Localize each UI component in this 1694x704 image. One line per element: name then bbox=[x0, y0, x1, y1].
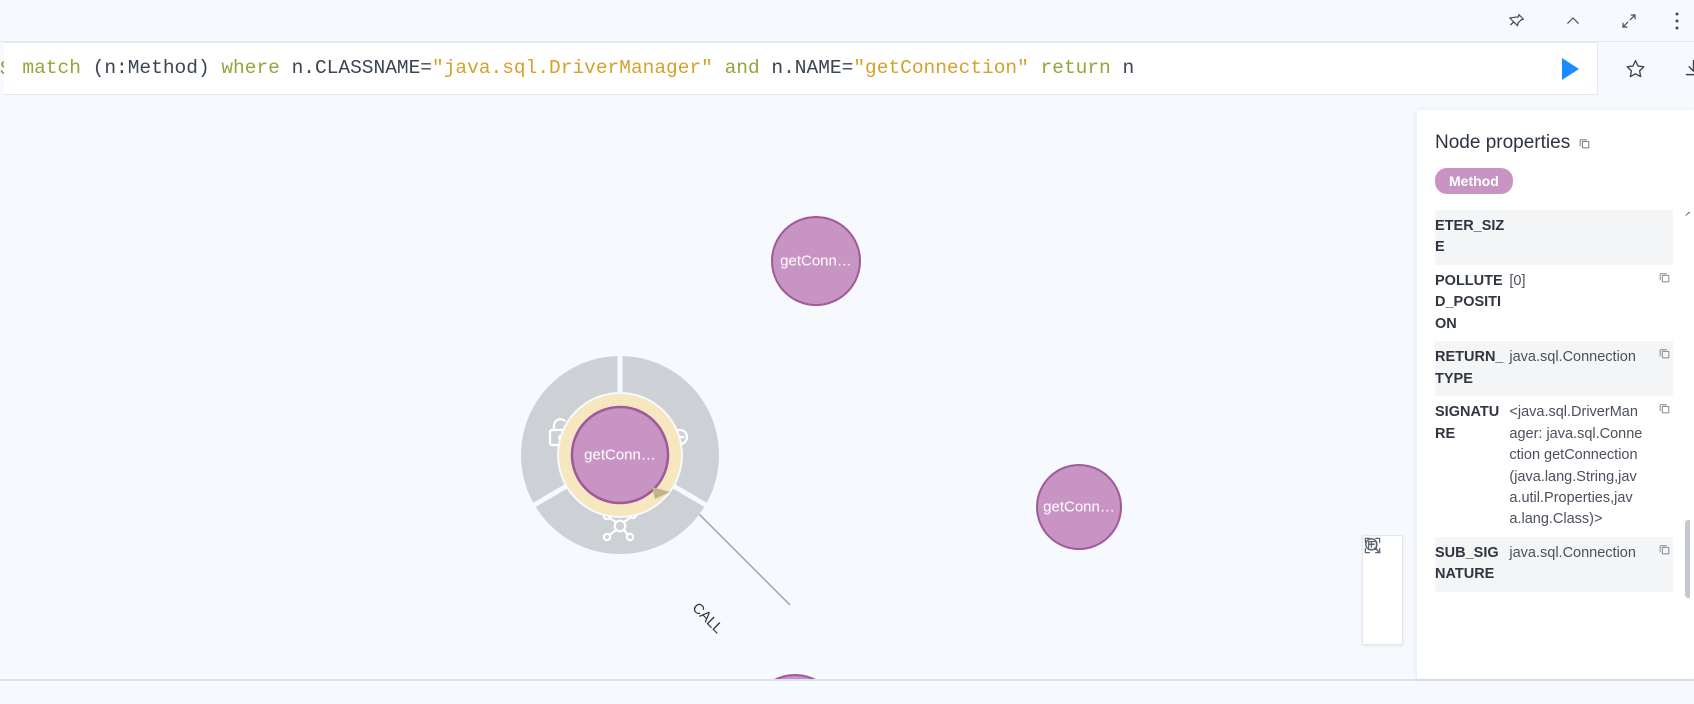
copy-icon[interactable] bbox=[1645, 341, 1673, 396]
query-actions bbox=[1624, 58, 1694, 80]
download-icon[interactable] bbox=[1682, 58, 1694, 80]
copy-icon-hidden bbox=[1645, 210, 1673, 265]
graph-node-n3[interactable] bbox=[1037, 465, 1121, 549]
property-value: java.sql.Connection bbox=[1509, 341, 1645, 396]
app-root: $ match (n:Method) where n.CLASSNAME="ja… bbox=[0, 0, 1694, 704]
query-input[interactable]: match (n:Method) where n.CLASSNAME="java… bbox=[22, 59, 1553, 79]
star-icon[interactable] bbox=[1624, 58, 1646, 80]
window-toolbar-actions bbox=[1506, 10, 1694, 32]
query-token: "getConnection" bbox=[853, 59, 1029, 79]
scroll-down-icon[interactable] bbox=[1684, 634, 1690, 640]
property-value: java.sql.Connection bbox=[1509, 537, 1645, 592]
copy-icon[interactable] bbox=[1578, 137, 1591, 150]
table-row: ETER_SIZE bbox=[1435, 210, 1673, 265]
node-label-chip-wrap: Method bbox=[1417, 154, 1694, 204]
query-token: match bbox=[22, 59, 92, 79]
properties-table: ETER_SIZEPOLLUTED_POSITION[0]RETURN_TYPE… bbox=[1435, 210, 1673, 592]
status-badge: Method bbox=[1435, 168, 1513, 194]
query-bar: $ match (n:Method) where n.CLASSNAME="ja… bbox=[0, 42, 1694, 95]
page-title: Node properties bbox=[1435, 132, 1570, 154]
scrollbar-thumb[interactable] bbox=[1685, 520, 1690, 598]
zoom-controls bbox=[1362, 535, 1403, 645]
run-query-button[interactable] bbox=[1553, 52, 1587, 86]
property-value: <java.sql.DriverManager: java.sql.Connec… bbox=[1509, 396, 1645, 537]
table-row: POLLUTED_POSITION[0] bbox=[1435, 265, 1673, 341]
more-vertical-icon[interactable] bbox=[1674, 10, 1680, 32]
query-token: where bbox=[221, 59, 291, 79]
copy-icon[interactable] bbox=[1645, 265, 1673, 341]
graph-node-n1[interactable] bbox=[772, 217, 860, 305]
zoom-out-icon[interactable] bbox=[1368, 575, 1398, 605]
query-token: n.NAME= bbox=[771, 59, 853, 79]
expand-icon[interactable] bbox=[1618, 10, 1640, 32]
panel-header: Node properties bbox=[1417, 110, 1694, 154]
copy-icon[interactable] bbox=[1645, 537, 1673, 592]
query-token: n.CLASSNAME= bbox=[292, 59, 432, 79]
property-key: SUB_SIGNATURE bbox=[1435, 537, 1509, 592]
query-input-box[interactable]: match (n:Method) where n.CLASSNAME="java… bbox=[4, 42, 1598, 95]
property-key: SIGNATURE bbox=[1435, 396, 1509, 537]
properties-scrollbar[interactable] bbox=[1684, 210, 1690, 640]
scroll-up-icon[interactable] bbox=[1684, 210, 1690, 216]
canvas-bottom-divider bbox=[0, 679, 1694, 681]
property-key: RETURN_TYPE bbox=[1435, 341, 1509, 396]
query-token: n bbox=[1122, 59, 1134, 79]
node-properties-panel: Node properties Method ETER_SIZEPOLLUTED… bbox=[1417, 110, 1694, 679]
query-token: (n:Method) bbox=[93, 59, 222, 79]
chevron-up-icon[interactable] bbox=[1562, 10, 1584, 32]
property-value bbox=[1509, 210, 1645, 265]
window-toolbar bbox=[0, 0, 1694, 42]
query-token: and bbox=[713, 59, 772, 79]
table-row: RETURN_TYPEjava.sql.Connection bbox=[1435, 341, 1673, 396]
property-key: POLLUTED_POSITION bbox=[1435, 265, 1509, 341]
graph-node-n2-selected[interactable] bbox=[559, 394, 681, 516]
fit-screen-icon[interactable] bbox=[1368, 611, 1398, 641]
copy-icon[interactable] bbox=[1645, 396, 1673, 537]
query-token: return bbox=[1029, 59, 1123, 79]
table-row: SIGNATURE<java.sql.DriverManager: java.s… bbox=[1435, 396, 1673, 537]
property-value: [0] bbox=[1509, 265, 1645, 341]
pin-icon[interactable] bbox=[1506, 10, 1528, 32]
property-key: ETER_SIZE bbox=[1435, 210, 1509, 265]
table-row: SUB_SIGNATUREjava.sql.Connection bbox=[1435, 537, 1673, 592]
properties-table-wrap[interactable]: ETER_SIZEPOLLUTED_POSITION[0]RETURN_TYPE… bbox=[1435, 210, 1690, 640]
query-token: "java.sql.DriverManager" bbox=[432, 59, 713, 79]
